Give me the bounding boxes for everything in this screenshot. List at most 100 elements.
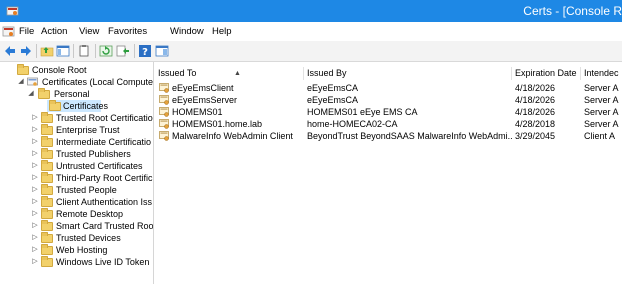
collapsed-arrow-icon[interactable]: ▷ bbox=[31, 160, 39, 172]
menu-bar: File Action View Favorites Window Help bbox=[0, 22, 622, 42]
menu-file[interactable]: File bbox=[19, 22, 34, 41]
tree-node-label: Certificates bbox=[63, 101, 109, 111]
folder-icon bbox=[41, 208, 53, 219]
tree-node-store[interactable]: ▷ Third-Party Root Certific bbox=[31, 172, 153, 184]
folder-open-icon bbox=[38, 88, 50, 99]
tree-node-label: Windows Live ID Token bbox=[56, 257, 150, 267]
tree-node-store[interactable]: ▷ Enterprise Trust bbox=[31, 124, 153, 136]
forward-arrow-icon[interactable] bbox=[19, 44, 33, 58]
cell-issued-to: HOMEMS01 bbox=[172, 107, 223, 117]
show-hide-tree-icon[interactable] bbox=[56, 44, 70, 58]
tree-node-store[interactable]: ▷ Trusted Publishers bbox=[31, 148, 153, 160]
menu-window[interactable]: Window bbox=[170, 22, 204, 41]
table-row[interactable]: HOMEMS01.home.lab home-HOMECA02-CA 4/28/… bbox=[155, 118, 622, 130]
folder-icon bbox=[41, 160, 53, 171]
menu-help[interactable]: Help bbox=[212, 22, 232, 41]
cell-expiration-date: 4/18/2026 bbox=[515, 95, 556, 105]
cell-issued-by: home-HOMECA02-CA bbox=[307, 119, 398, 129]
collapsed-arrow-icon[interactable]: ▷ bbox=[31, 244, 39, 256]
collapsed-arrow-icon[interactable]: ▷ bbox=[31, 196, 39, 208]
tree-node-personal[interactable]: ◢ Personal bbox=[27, 88, 153, 100]
certificates-snapin-icon bbox=[27, 77, 38, 86]
column-header-expiration-date[interactable]: Expiration Date bbox=[512, 67, 581, 80]
up-folder-icon[interactable] bbox=[40, 44, 54, 58]
collapsed-arrow-icon[interactable]: ▷ bbox=[31, 232, 39, 244]
tree-node-label: Untrusted Certificates bbox=[56, 161, 143, 171]
column-header-issued-to[interactable]: Issued To ▲ bbox=[155, 67, 304, 80]
collapsed-arrow-icon[interactable]: ▷ bbox=[31, 172, 39, 184]
tree-node-store[interactable]: ▷ Windows Live ID Token bbox=[31, 256, 153, 268]
certificate-icon bbox=[159, 131, 169, 141]
tree-node-store[interactable]: ▷ Client Authentication Iss bbox=[31, 196, 153, 208]
cell-expiration-date: 4/18/2026 bbox=[515, 83, 556, 93]
menu-action[interactable]: Action bbox=[41, 22, 67, 41]
toolbar-separator bbox=[73, 44, 74, 58]
cell-intended-purposes: Server A bbox=[584, 119, 619, 129]
table-row[interactable]: HOMEMS01 HOMEMS01 eEye EMS CA 4/18/2026 … bbox=[155, 106, 622, 118]
column-header-intended-purposes[interactable]: Intendec bbox=[581, 67, 622, 80]
menu-favorites[interactable]: Favorites bbox=[108, 22, 147, 41]
tree-node-certificates-local-computer[interactable]: ◢ Certificates (Local Compute bbox=[17, 76, 153, 88]
svg-text:?: ? bbox=[142, 47, 148, 58]
column-header-label: Issued To bbox=[158, 68, 197, 78]
cell-intended-purposes: Server A bbox=[584, 95, 619, 105]
column-header-label: Issued By bbox=[307, 68, 347, 78]
tree-node-console-root[interactable]: Console Root bbox=[17, 64, 149, 76]
tree-node-store[interactable]: ▷ Trusted Devices bbox=[31, 232, 153, 244]
expanded-arrow-icon[interactable]: ◢ bbox=[17, 76, 25, 88]
export-list-icon[interactable] bbox=[116, 44, 130, 58]
collapsed-arrow-icon[interactable]: ▷ bbox=[31, 184, 39, 196]
collapsed-arrow-icon[interactable]: ▷ bbox=[31, 148, 39, 160]
cell-issued-by: BeyondTrust BeyondSAAS MalwareInfo WebAd… bbox=[307, 131, 512, 141]
table-row[interactable]: eEyeEmsServer eEyeEmsCA 4/18/2026 Server… bbox=[155, 94, 622, 106]
console-tree: Console Root ◢ Certificates (Local Compu… bbox=[13, 62, 154, 284]
folder-icon bbox=[41, 244, 53, 255]
show-hide-action-pane-icon[interactable] bbox=[155, 44, 169, 58]
table-row[interactable]: eEyeEmsClient eEyeEmsCA 4/18/2026 Server… bbox=[155, 82, 622, 94]
copy-icon[interactable] bbox=[77, 44, 91, 58]
cell-issued-to: eEyeEmsClient bbox=[172, 83, 234, 93]
tree-node-store[interactable]: ▷ Web Hosting bbox=[31, 244, 153, 256]
collapsed-arrow-icon[interactable]: ▷ bbox=[31, 220, 39, 232]
folder-icon bbox=[41, 136, 53, 147]
mmc-console-icon[interactable] bbox=[2, 25, 15, 38]
collapsed-arrow-icon[interactable]: ▷ bbox=[31, 112, 39, 124]
toolbar: ? bbox=[0, 41, 622, 62]
tree-node-label: Trusted Root Certificatio bbox=[56, 113, 153, 123]
tree-node-label: Intermediate Certificatio bbox=[56, 137, 152, 147]
tree-node-store[interactable]: ▷ Intermediate Certificatio bbox=[31, 136, 153, 148]
collapsed-arrow-icon[interactable]: ▷ bbox=[31, 124, 39, 136]
tree-node-store[interactable]: ▷ Remote Desktop bbox=[31, 208, 153, 220]
help-icon[interactable]: ? bbox=[138, 44, 152, 58]
folder-icon bbox=[41, 220, 53, 231]
cell-issued-by: eEyeEmsCA bbox=[307, 83, 359, 93]
collapsed-arrow-icon[interactable]: ▷ bbox=[31, 256, 39, 268]
tree-node-store[interactable]: ▷ Untrusted Certificates bbox=[31, 160, 153, 172]
menu-view[interactable]: View bbox=[79, 22, 99, 41]
tree-node-store[interactable]: ▷ Trusted Root Certificatio bbox=[31, 112, 153, 124]
toolbar-separator bbox=[36, 44, 37, 58]
cell-issued-to: HOMEMS01.home.lab bbox=[172, 119, 263, 129]
tree-node-store[interactable]: ▷ Smart Card Trusted Roo bbox=[31, 220, 153, 232]
collapsed-arrow-icon[interactable]: ▷ bbox=[31, 208, 39, 220]
folder-icon bbox=[41, 184, 53, 195]
tree-node-store[interactable]: ▷ Trusted People bbox=[31, 184, 153, 196]
certificate-icon bbox=[159, 107, 169, 117]
tree-node-label: Trusted Devices bbox=[56, 233, 121, 243]
tree-node-label: Client Authentication Iss bbox=[56, 197, 153, 207]
tree-node-label: Console Root bbox=[32, 65, 87, 75]
refresh-icon[interactable] bbox=[99, 44, 113, 58]
column-header-issued-by[interactable]: Issued By bbox=[304, 67, 512, 80]
cell-intended-purposes: Client A bbox=[584, 131, 616, 141]
folder-icon bbox=[17, 64, 29, 75]
tree-node-personal-certificates[interactable]: Certificates bbox=[47, 100, 108, 112]
certificate-icon bbox=[159, 119, 169, 129]
folder-icon bbox=[41, 256, 53, 267]
table-row[interactable]: MalwareInfo WebAdmin Client BeyondTrust … bbox=[155, 130, 622, 142]
toolbar-separator bbox=[134, 44, 135, 58]
back-arrow-icon[interactable] bbox=[3, 44, 17, 58]
collapsed-arrow-icon[interactable]: ▷ bbox=[31, 136, 39, 148]
tree-node-label: Trusted Publishers bbox=[56, 149, 131, 159]
cell-issued-by: eEyeEmsCA bbox=[307, 95, 359, 105]
expanded-arrow-icon[interactable]: ◢ bbox=[27, 88, 35, 100]
